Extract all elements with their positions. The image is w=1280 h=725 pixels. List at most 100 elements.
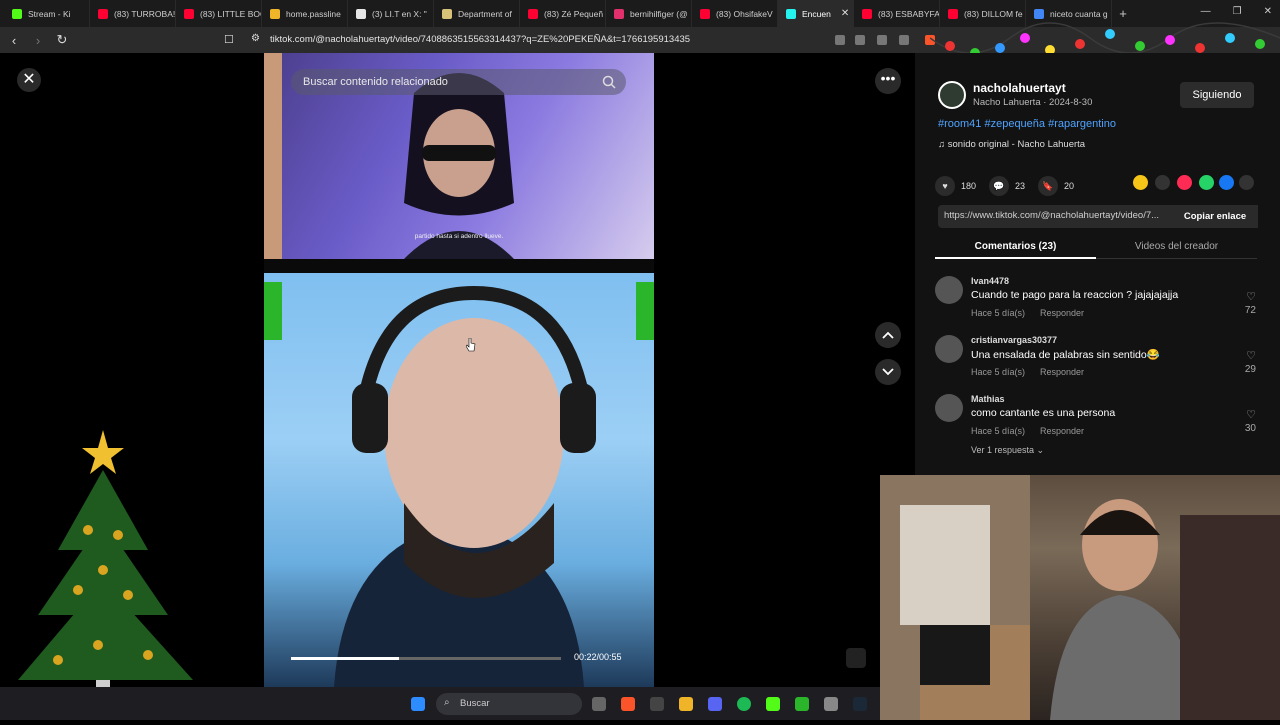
- start-menu-icon[interactable]: [411, 697, 425, 711]
- back-icon[interactable]: ‹: [4, 33, 24, 48]
- browser-tab[interactable]: (3) LI.T en X: ": [348, 0, 434, 27]
- browser-tab[interactable]: (83) Zé Pequeñ: [520, 0, 606, 27]
- reply-button[interactable]: Responder: [1040, 367, 1084, 377]
- spotify-icon[interactable]: [737, 697, 751, 711]
- save-stat[interactable]: 🔖 20: [1038, 176, 1074, 196]
- picture-in-picture-icon[interactable]: [846, 648, 866, 668]
- whatsapp-icon[interactable]: [1199, 175, 1214, 190]
- translate-icon[interactable]: [877, 35, 887, 45]
- file-explorer-icon[interactable]: [679, 697, 693, 711]
- app-icon[interactable]: [650, 697, 664, 711]
- related-search-input[interactable]: Buscar contenido relacionado: [291, 69, 626, 95]
- reply-button[interactable]: Responder: [1040, 426, 1084, 436]
- comment-icon[interactable]: 💬: [989, 176, 1009, 196]
- tab-favicon-icon: [184, 8, 194, 19]
- embed-icon[interactable]: [1155, 175, 1170, 190]
- close-tab-icon[interactable]: ✕: [841, 8, 849, 19]
- copy-link-button[interactable]: Copiar enlace: [1172, 205, 1258, 228]
- browser-tab[interactable]: (83) OhsifakeV: [692, 0, 778, 27]
- share-icon[interactable]: [899, 35, 909, 45]
- steam-icon[interactable]: [853, 697, 867, 711]
- reload-icon[interactable]: ↻: [52, 32, 72, 48]
- save-count: 20: [1064, 181, 1075, 191]
- sound-link[interactable]: ♫ sonido original - Nacho Lahuerta: [938, 139, 1085, 150]
- video-hashtags[interactable]: #room41 #zepequeña #rapargentino: [938, 118, 1116, 130]
- comment-count: 23: [1015, 181, 1026, 191]
- bookmark-icon[interactable]: 🔖: [1038, 176, 1058, 196]
- video-progress-bar[interactable]: [291, 657, 561, 660]
- tab-favicon-icon: [528, 8, 538, 19]
- search-icon[interactable]: [602, 75, 616, 89]
- new-tab-button[interactable]: +: [1112, 6, 1134, 21]
- task-view-icon[interactable]: [592, 697, 606, 711]
- facebook-icon[interactable]: [1219, 175, 1234, 190]
- reply-button[interactable]: Responder: [1040, 308, 1084, 318]
- see-replies-link[interactable]: Ver 1 respuesta ⌄: [971, 445, 1044, 456]
- tab-label: (83) ESBABYFA: [878, 8, 940, 19]
- browser-tab[interactable]: Encuen ✕: [778, 0, 854, 27]
- comment-like-icon[interactable]: ♡: [1246, 408, 1256, 421]
- comment-stat[interactable]: 💬 23: [989, 176, 1025, 196]
- commenter-avatar[interactable]: [935, 394, 963, 422]
- browser-tab[interactable]: (83) ESBABYFA: [854, 0, 940, 27]
- video-player[interactable]: Buscar contenido relacionado partido has…: [264, 53, 654, 687]
- browser-tab[interactable]: (83) LITTLE BOO: [176, 0, 262, 27]
- browser-tab[interactable]: home.passline: [262, 0, 348, 27]
- close-window-icon[interactable]: ✕: [1264, 6, 1272, 17]
- like-stat[interactable]: ♥ 180: [935, 176, 976, 196]
- tab-label: (83) TURROBA!: [114, 8, 176, 19]
- forward-icon[interactable]: ›: [28, 33, 48, 48]
- extension-icon[interactable]: [835, 35, 845, 45]
- following-button[interactable]: Siguiendo: [1180, 82, 1254, 108]
- cast-icon[interactable]: [855, 35, 865, 45]
- close-player-button[interactable]: ✕: [17, 68, 41, 92]
- chevron-down-icon: [882, 368, 894, 376]
- tab-comments[interactable]: Comentarios (23): [935, 234, 1096, 259]
- comment-like-icon[interactable]: ♡: [1246, 349, 1256, 362]
- settings-icon[interactable]: [824, 697, 838, 711]
- site-settings-icon[interactable]: ⚙: [251, 33, 260, 44]
- bookmark-icon[interactable]: ☐: [224, 33, 234, 46]
- previous-video-button[interactable]: [875, 322, 901, 348]
- coin-icon[interactable]: [1133, 175, 1148, 190]
- browser-tab[interactable]: (83) DILLOM fe: [940, 0, 1026, 27]
- brave-shield-icon[interactable]: [925, 35, 935, 45]
- commenter-avatar[interactable]: [935, 335, 963, 363]
- taskbar-search[interactable]: ⌕ Buscar: [436, 693, 582, 715]
- brave-browser-icon[interactable]: [621, 697, 635, 711]
- app-green-icon[interactable]: [795, 697, 809, 711]
- comment-like-icon[interactable]: ♡: [1246, 290, 1256, 303]
- browser-tab[interactable]: (83) TURROBA!: [90, 0, 176, 27]
- tab-label: (83) Zé Pequeñ: [544, 8, 604, 19]
- search-placeholder: Buscar contenido relacionado: [303, 76, 448, 88]
- green-marker-right: [636, 282, 654, 340]
- heart-icon[interactable]: ♥: [935, 176, 955, 196]
- more-options-button[interactable]: •••: [875, 68, 901, 94]
- send-icon[interactable]: [1177, 175, 1192, 190]
- taskbar-search-label: Buscar: [460, 698, 490, 709]
- url-field[interactable]: tiktok.com/@nacholahuertayt/video/740886…: [270, 34, 690, 45]
- minimize-icon[interactable]: —: [1201, 6, 1211, 17]
- commenter-avatar[interactable]: [935, 276, 963, 304]
- tab-creator-videos[interactable]: Videos del creador: [1096, 234, 1257, 259]
- tab-label: (3) LI.T en X: ": [372, 8, 427, 19]
- tab-label: Encuen: [802, 8, 831, 19]
- maximize-icon[interactable]: ❐: [1233, 6, 1242, 17]
- commenter-name[interactable]: Ivan4478: [971, 276, 1009, 286]
- discord-icon[interactable]: [708, 697, 722, 711]
- video-time: 00:22/00:55: [574, 652, 622, 662]
- tab-label: bernihilfiger (@: [630, 8, 688, 19]
- browser-tab[interactable]: bernihilfiger (@: [606, 0, 692, 27]
- browser-tab[interactable]: Stream - Ki: [4, 0, 90, 27]
- next-video-button[interactable]: [875, 359, 901, 385]
- browser-tab[interactable]: niceto cuanta g: [1026, 0, 1112, 27]
- comment-item: cristianvargas30377 Una ensalada de pala…: [935, 335, 1260, 391]
- share-arrow-icon[interactable]: [1239, 175, 1254, 190]
- browser-tab[interactable]: Department of: [434, 0, 520, 27]
- creator-username[interactable]: nacholahuertayt: [973, 81, 1066, 95]
- creator-avatar[interactable]: [938, 81, 966, 109]
- commenter-name[interactable]: Mathias: [971, 394, 1005, 404]
- kick-icon[interactable]: [766, 697, 780, 711]
- video-subtitle: partido hasta si adentro llueve.: [414, 233, 504, 240]
- commenter-name[interactable]: cristianvargas30377: [971, 335, 1057, 345]
